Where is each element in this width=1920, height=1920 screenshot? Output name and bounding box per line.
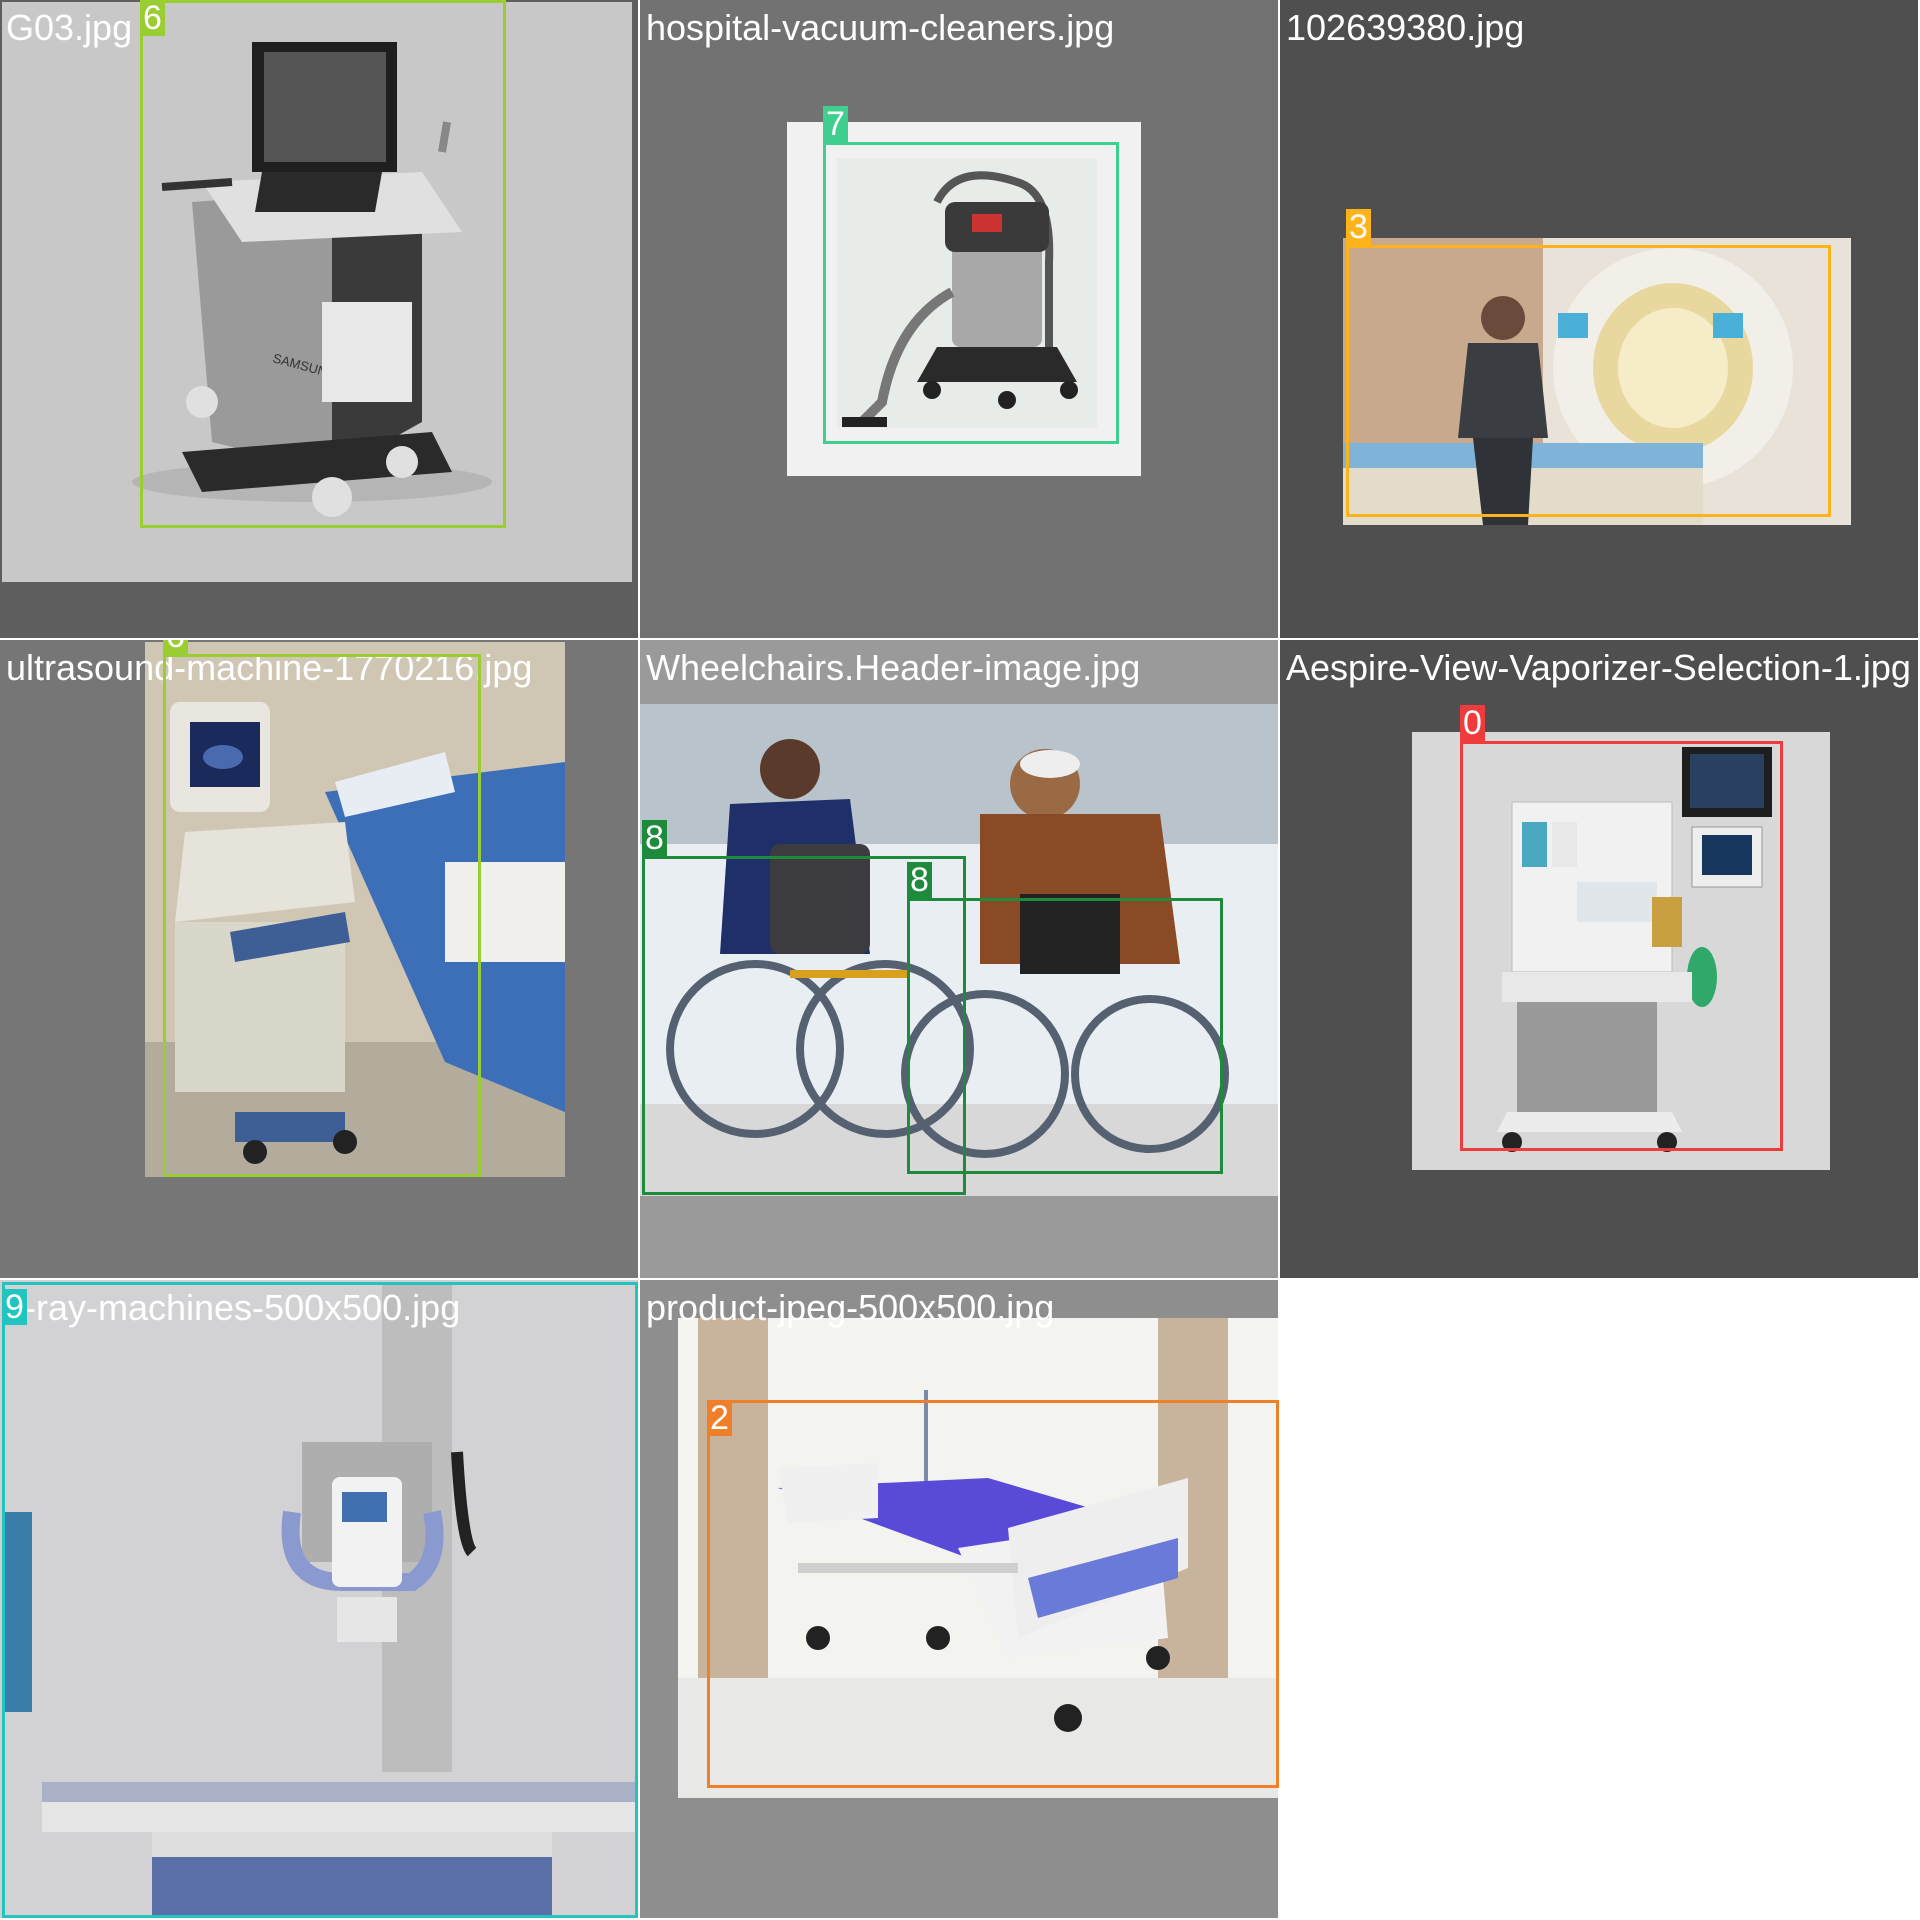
bbox-anesthesia: 0 — [1460, 705, 1783, 1151]
tile-vacuum: hospital-vacuum-cleaners.jpg 7 — [640, 0, 1280, 640]
bbox-ultrasound: 6 — [140, 0, 506, 528]
bbox-wheelchair-2: 8 — [907, 862, 1223, 1174]
tile-filename: Wheelchairs.Header-image.jpg — [646, 647, 1141, 688]
tile-filename: Aespire-View-Vaporizer-Selection-1.jpg — [1286, 647, 1911, 688]
bbox-class-label: 6 — [163, 640, 188, 654]
tile-filename: 102639380.jpg — [1286, 7, 1525, 48]
tile-anesthesia: Aespire-View-Vaporizer-Selection-1.jpg 0 — [1280, 640, 1920, 1280]
detection-mosaic: SAMSUNG G03.jpg 6 hospital-vacuum-cleane… — [0, 0, 1920, 1920]
bbox-class-label: 7 — [823, 106, 848, 142]
bbox-class-label: 0 — [1460, 705, 1485, 741]
bbox-class-label: 8 — [907, 862, 932, 898]
bbox-hospital-bed: 2 — [707, 1400, 1279, 1788]
tile-ultrasound-bed: ultrasound-machine-1770216.jpg 6 — [0, 640, 640, 1280]
bbox-class-label: 2 — [707, 1400, 732, 1436]
bbox-class-label: 9 — [2, 1289, 27, 1325]
tile-g03: SAMSUNG G03.jpg 6 — [0, 0, 640, 640]
empty-tile — [1280, 1280, 1920, 1920]
tile-hospital-bed: product-jpeg-500x500.jpg 2 — [640, 1280, 1280, 1920]
tile-filename: product-jpeg-500x500.jpg — [646, 1287, 1055, 1328]
tile-filename: hospital-vacuum-cleaners.jpg — [646, 7, 1115, 48]
tile-xray: x-ray-machines-500x500.jpg 9 — [0, 1280, 640, 1920]
tile-wheelchairs: Wheelchairs.Header-image.jpg 8 8 — [640, 640, 1280, 1280]
bbox-xray: 9 — [2, 1282, 638, 1918]
bbox-mri: 3 — [1346, 209, 1831, 517]
bbox-class-label: 8 — [642, 820, 667, 856]
bbox-class-label: 6 — [140, 0, 165, 36]
tile-filename: G03.jpg — [6, 7, 133, 48]
tile-mri: 102639380.jpg 3 — [1280, 0, 1920, 640]
bbox-ultrasound: 6 — [163, 640, 481, 1177]
bbox-class-label: 3 — [1346, 209, 1371, 245]
bbox-vacuum: 7 — [823, 106, 1119, 444]
